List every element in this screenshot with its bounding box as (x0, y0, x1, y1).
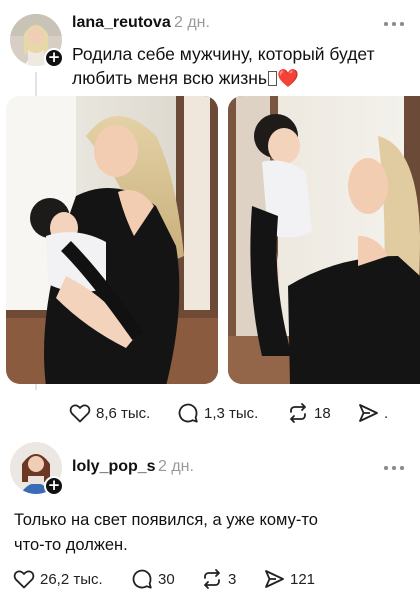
post-text-line-2: что-то должен. (14, 536, 128, 554)
comments-count: 1,3 тыс. (204, 404, 259, 422)
repost-icon (204, 569, 220, 589)
thread-post-1: + lana_reutova 2 дн. Родила себе мужчину… (0, 0, 420, 432)
thread-post-2: + loly_pop_s 2 дн. Только на свет появил… (0, 432, 420, 600)
shares-count: . (384, 404, 389, 422)
reposts-count: 18 (314, 404, 331, 422)
heart-emoji: ❤️ (277, 68, 299, 88)
heart-icon (13, 570, 35, 589)
share-icon (265, 570, 284, 588)
post-photo-1[interactable] (6, 96, 218, 384)
post-actions: 8,6 тыс. 1,3 тыс. 18 . (0, 398, 420, 428)
more-dots-icon[interactable] (382, 18, 406, 28)
comment-bubble-icon (132, 569, 152, 589)
comment-button[interactable]: 30 (130, 564, 175, 594)
follow-plus-icon[interactable]: + (44, 48, 64, 68)
post-text-line-1: Только на свет появился, а уже кому-то (14, 511, 318, 529)
comments-count: 30 (158, 570, 175, 588)
post-photo-2[interactable] (228, 96, 420, 384)
post-actions: 26,2 тыс. 30 3 121 (0, 564, 420, 594)
post-time: 2 дн. (158, 458, 194, 475)
likes-count: 26,2 тыс. (40, 570, 103, 588)
reposts-count: 3 (228, 570, 237, 588)
post-text-line-2: любить меня всю жизнь ❤️ (72, 66, 375, 90)
follow-plus-icon[interactable]: + (44, 476, 64, 496)
likes-count: 8,6 тыс. (96, 404, 151, 422)
missing-glyph-box (268, 71, 278, 86)
like-button[interactable]: 26,2 тыс. (12, 564, 103, 594)
share-button[interactable]: . (356, 398, 388, 428)
repost-button[interactable]: 18 (286, 398, 331, 428)
like-button[interactable]: 8,6 тыс. (68, 398, 150, 428)
post-text-line-1: Родила себе мужчину, который будет (72, 44, 375, 64)
heart-icon (69, 404, 91, 423)
share-icon (359, 404, 378, 422)
post-time: 2 дн. (174, 14, 210, 31)
repost-icon (290, 403, 306, 423)
shares-count: 121 (290, 570, 316, 588)
username[interactable]: loly_pop_s (72, 458, 156, 476)
comment-button[interactable]: 1,3 тыс. (176, 398, 258, 428)
repost-button[interactable]: 3 (200, 564, 236, 594)
username[interactable]: lana_reutova (72, 14, 171, 32)
comment-bubble-icon (178, 403, 198, 423)
more-dots-icon[interactable] (382, 462, 406, 472)
post-text: Родила себе мужчину, который будет любит… (72, 42, 375, 90)
share-button[interactable]: 121 (262, 564, 315, 594)
post-text-line-2-text: любить меня всю жизнь (72, 68, 268, 88)
post-text: Только на свет появился, а уже кому-то ч… (14, 508, 318, 558)
